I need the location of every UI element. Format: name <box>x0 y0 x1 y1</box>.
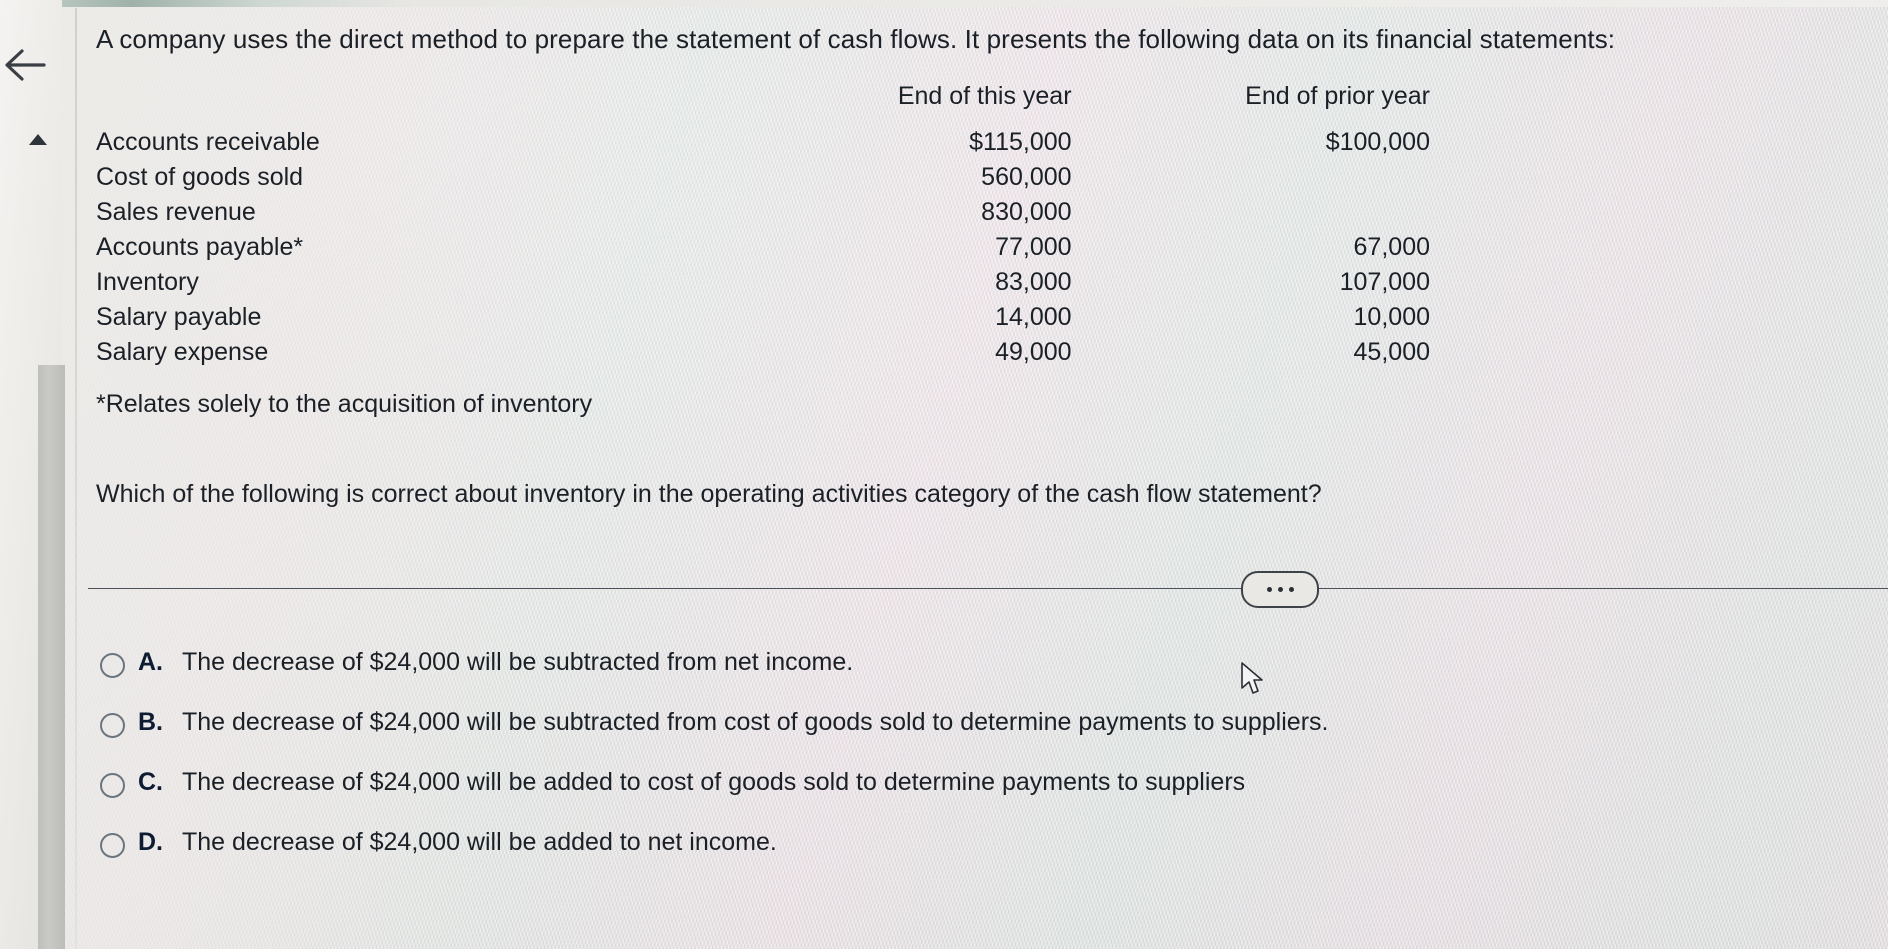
table-row: Inventory 83,000 107,000 <box>90 265 1430 300</box>
option-letter-b: B. <box>138 708 163 736</box>
answer-options-list: A. The decrease of $24,000 will be subtr… <box>100 648 1800 888</box>
column-header-this-year: End of this year <box>897 82 1072 110</box>
radio-button-c[interactable] <box>100 773 125 798</box>
row-value-this-year: $115,000 <box>969 128 1072 156</box>
row-value-this-year: 830,000 <box>981 198 1072 226</box>
row-value-this-year: 560,000 <box>981 163 1072 191</box>
table-row: Sales revenue 830,000 <box>90 195 1430 230</box>
section-divider <box>88 588 1888 589</box>
table-row: Accounts payable* 77,000 67,000 <box>90 230 1430 265</box>
row-label: Inventory <box>96 268 199 296</box>
table-row: Accounts receivable $115,000 $100,000 <box>90 125 1430 160</box>
row-label: Cost of goods sold <box>96 163 304 191</box>
row-label: Salary payable <box>96 303 262 331</box>
option-letter-a: A. <box>138 648 163 676</box>
answer-option-a[interactable]: A. The decrease of $24,000 will be subtr… <box>100 648 1800 708</box>
answer-option-c[interactable]: C. The decrease of $24,000 will be added… <box>100 768 1800 828</box>
row-value-this-year: 14,000 <box>995 303 1072 331</box>
option-letter-c: C. <box>138 768 163 796</box>
row-label: Sales revenue <box>96 198 256 226</box>
answer-option-d[interactable]: D. The decrease of $24,000 will be added… <box>100 828 1800 888</box>
table-footnote: *Relates solely to the acquisition of in… <box>96 390 593 418</box>
row-value-prior-year: $100,000 <box>1325 128 1430 156</box>
option-text-b: The decrease of $24,000 will be subtract… <box>182 708 1329 736</box>
financial-data-table: End of this year End of prior year Accou… <box>90 82 1430 370</box>
ellipsis-dot <box>1277 587 1283 592</box>
question-text: Which of the following is correct about … <box>96 480 1322 508</box>
row-value-prior-year <box>1072 195 1430 230</box>
radio-button-b[interactable] <box>100 713 125 738</box>
row-value-prior-year: 10,000 <box>1353 303 1430 331</box>
column-header-prior-year: End of prior year <box>1245 82 1430 110</box>
radio-button-a[interactable] <box>100 653 125 678</box>
option-text-c: The decrease of $24,000 will be added to… <box>182 768 1246 796</box>
row-value-prior-year: 107,000 <box>1339 268 1430 296</box>
row-value-prior-year: 45,000 <box>1353 338 1430 366</box>
table-row: Salary expense 49,000 45,000 <box>90 335 1430 370</box>
option-text-a: The decrease of $24,000 will be subtract… <box>182 648 854 676</box>
column-header-blank <box>90 82 750 125</box>
ellipsis-icon[interactable] <box>1241 571 1319 608</box>
question-content: A company uses the direct method to prep… <box>78 0 1888 949</box>
table-row: Salary payable 14,000 10,000 <box>90 300 1430 335</box>
row-value-prior-year: 67,000 <box>1353 233 1430 261</box>
row-label: Accounts receivable <box>96 128 320 156</box>
ellipsis-dot <box>1288 587 1294 592</box>
question-prompt: A company uses the direct method to prep… <box>96 24 1616 54</box>
vertical-scrollbar-thumb[interactable] <box>38 365 65 949</box>
row-label: Accounts payable* <box>96 233 304 261</box>
option-letter-d: D. <box>138 828 163 856</box>
ellipsis-dot <box>1266 587 1272 592</box>
row-label: Salary expense <box>96 338 269 366</box>
option-text-d: The decrease of $24,000 will be added to… <box>182 828 777 856</box>
table-header-row: End of this year End of prior year <box>90 82 1430 125</box>
row-value-this-year: 83,000 <box>995 268 1072 296</box>
panel-edge-divider <box>75 8 77 949</box>
table-row: Cost of goods sold 560,000 <box>90 160 1430 195</box>
row-value-prior-year <box>1072 160 1430 195</box>
radio-button-d[interactable] <box>100 833 125 858</box>
screen-photo: A company uses the direct method to prep… <box>0 0 1888 949</box>
row-value-this-year: 49,000 <box>995 338 1072 366</box>
row-value-this-year: 77,000 <box>995 233 1072 261</box>
answer-option-b[interactable]: B. The decrease of $24,000 will be subtr… <box>100 708 1800 768</box>
